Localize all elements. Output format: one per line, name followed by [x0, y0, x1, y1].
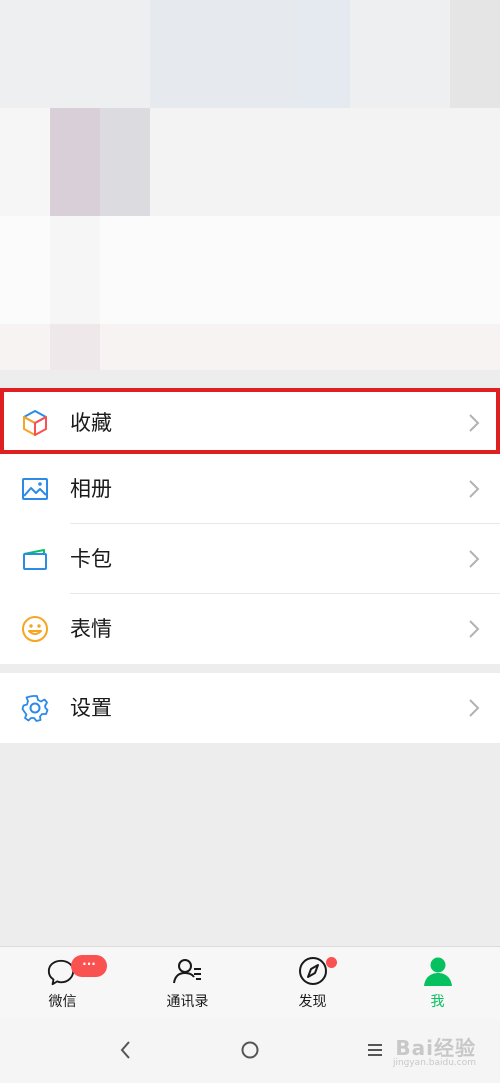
chevron-right-icon — [468, 698, 480, 718]
blurred-avatar — [100, 108, 150, 216]
back-icon[interactable] — [118, 1039, 132, 1061]
unread-badge: ··· — [71, 955, 107, 977]
blurred-region — [300, 0, 350, 108]
tab-chats[interactable]: ··· 微信 — [0, 947, 125, 1019]
home-icon[interactable] — [240, 1040, 260, 1060]
blurred-region — [50, 324, 100, 370]
compass-icon — [299, 957, 327, 985]
section-gap — [0, 370, 500, 388]
blurred-region — [150, 108, 500, 216]
tab-contacts[interactable]: 通讯录 — [125, 947, 250, 1019]
tab-label: 微信 — [48, 994, 77, 1010]
notification-dot — [326, 957, 337, 968]
tab-label: 我 — [430, 994, 445, 1010]
menu-item-stickers[interactable]: 表情 — [0, 594, 500, 664]
menu-item-label: 卡包 — [70, 547, 112, 571]
blurred-region — [150, 0, 300, 108]
chevron-right-icon — [468, 619, 480, 639]
blurred-region — [450, 0, 500, 108]
menu-item-label: 相册 — [70, 477, 112, 501]
gear-icon — [20, 693, 50, 723]
chevron-right-icon — [468, 549, 480, 569]
watermark-url: jingyan.baidu.com — [392, 1058, 476, 1068]
image-icon — [20, 474, 50, 504]
bottom-tab-bar: ··· 微信 通讯录 发现 我 — [0, 946, 500, 1019]
tab-label: 发现 — [298, 994, 327, 1010]
tab-label: 通讯录 — [166, 994, 209, 1010]
profile-header[interactable] — [0, 0, 500, 370]
menu-item-label: 表情 — [70, 617, 112, 641]
blurred-region — [50, 216, 100, 324]
contacts-icon — [173, 959, 201, 984]
menu-item-label: 收藏 — [70, 411, 112, 435]
blurred-avatar — [50, 108, 100, 216]
menu-icon[interactable] — [367, 1042, 383, 1058]
cube-icon — [20, 408, 50, 438]
tab-me[interactable]: 我 — [375, 947, 500, 1019]
chevron-right-icon — [468, 479, 480, 499]
person-icon — [424, 957, 452, 986]
chevron-right-icon — [468, 413, 480, 433]
watermark: Bai经验 — [395, 1036, 476, 1060]
menu-item-album[interactable]: 相册 — [0, 454, 500, 524]
tab-discover[interactable]: 发现 — [250, 947, 375, 1019]
card-icon — [20, 544, 50, 574]
menu-item-favorites[interactable]: 收藏 — [0, 388, 500, 458]
menu-item-cards[interactable]: 卡包 — [0, 524, 500, 594]
smiley-icon — [20, 614, 50, 644]
menu-item-label: 设置 — [70, 696, 112, 720]
menu-item-settings[interactable]: 设置 — [0, 673, 500, 743]
